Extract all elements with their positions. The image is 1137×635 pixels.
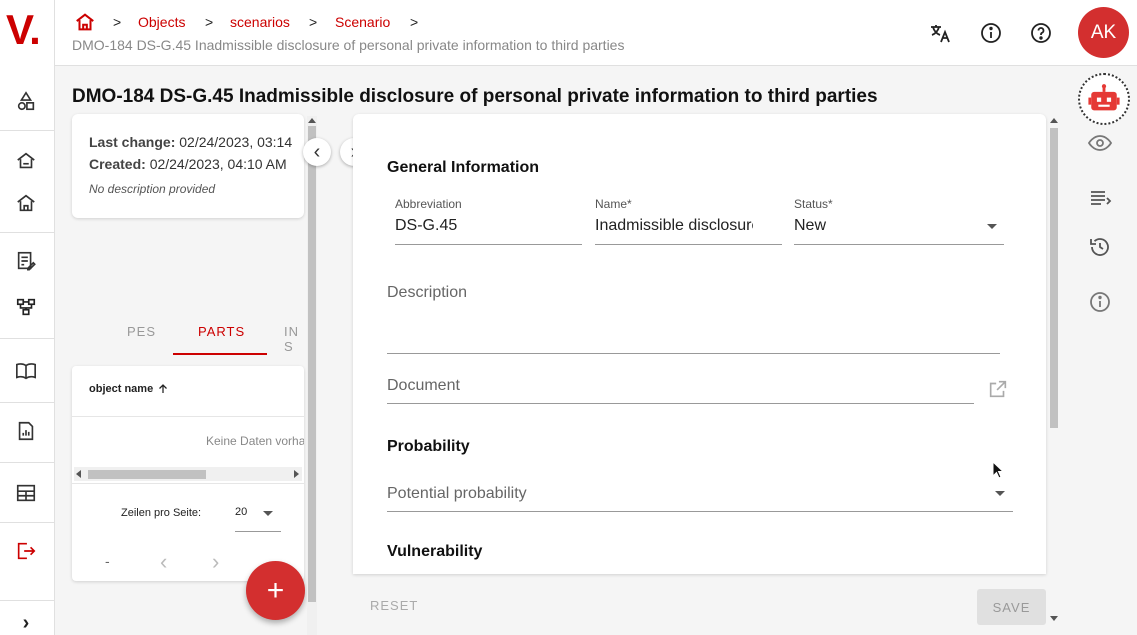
breadcrumb-subtitle: DMO-184 DS-G.45 Inadmissible disclosure …	[72, 37, 625, 53]
reset-button[interactable]: RESET	[370, 598, 418, 613]
form-scroll-thumb[interactable]	[1050, 128, 1058, 428]
history-icon[interactable]	[1087, 234, 1113, 260]
open-external-icon[interactable]	[987, 378, 1009, 405]
last-change-line: Last change: 02/24/2023, 03:14	[89, 134, 292, 150]
logout-icon[interactable]	[13, 538, 39, 564]
save-button[interactable]: SAVE	[977, 589, 1046, 625]
abbreviation-underline	[395, 244, 582, 245]
robot-icon	[1088, 84, 1120, 111]
vulnerability-title: Vulnerability	[387, 543, 483, 560]
column-header-object-name[interactable]: object name	[89, 383, 169, 395]
top-header: > Objects > scenarios > Scenario > DMO-1…	[55, 0, 1137, 66]
rows-dropdown-caret-icon[interactable]	[263, 511, 273, 516]
form-scroll-down-icon[interactable]	[1050, 616, 1058, 621]
form-scrollbar[interactable]	[1048, 116, 1060, 628]
last-change-label: Last change:	[89, 134, 176, 150]
home-swap-icon[interactable]	[13, 148, 39, 174]
translate-icon[interactable]	[927, 20, 953, 46]
scenario-flow-icon[interactable]	[13, 294, 39, 320]
home-icon[interactable]	[13, 190, 39, 216]
sort-arrow-up-icon	[159, 384, 168, 393]
book-icon[interactable]	[13, 358, 39, 384]
collapse-left-button[interactable]: ‹	[303, 138, 331, 166]
empty-table-text: Keine Daten vorhanden	[206, 434, 304, 448]
robot-assistant-button[interactable]	[1078, 73, 1130, 125]
list-icon[interactable]	[1087, 184, 1113, 210]
name-input[interactable]: Inadmissible disclosure	[595, 217, 753, 235]
breadcrumb-scenarios[interactable]: scenarios	[230, 14, 290, 30]
probability-dropdown-caret-icon[interactable]	[995, 491, 1005, 496]
status-label: Status*	[794, 197, 833, 211]
details-info-icon[interactable]	[1087, 289, 1113, 315]
breadcrumb-separator: >	[205, 14, 214, 30]
next-page-icon[interactable]: ›	[212, 549, 219, 575]
mouse-cursor-icon	[992, 460, 1005, 484]
description-field[interactable]: Description	[387, 284, 467, 302]
user-avatar[interactable]: AK	[1078, 7, 1129, 58]
name-underline	[595, 244, 782, 245]
info-card: Last change: 02/24/2023, 03:14 Created: …	[72, 114, 304, 218]
rows-per-page-select[interactable]: 20	[235, 506, 247, 518]
left-rail: V. ›	[0, 0, 55, 635]
horizontal-scrollbar[interactable]	[74, 467, 302, 481]
breadcrumb-separator: >	[410, 14, 419, 30]
breadcrumb-separator: >	[113, 14, 122, 30]
tab-pes[interactable]: PES	[127, 324, 156, 339]
form-footer: RESET SAVE	[353, 584, 1046, 630]
left-scroll-thumb[interactable]	[308, 126, 316, 602]
add-part-button[interactable]: +	[246, 561, 305, 620]
horizontal-scroll-thumb[interactable]	[88, 470, 206, 479]
breadcrumb-objects[interactable]: Objects	[138, 14, 185, 30]
active-tab-indicator	[173, 353, 267, 355]
scroll-right-icon[interactable]	[294, 470, 299, 478]
scenario-form: General Information Abbreviation DS-G.45…	[353, 114, 1046, 574]
abbreviation-label: Abbreviation	[395, 197, 462, 211]
form-scroll-up-icon[interactable]	[1050, 118, 1058, 123]
breadcrumb-separator: >	[309, 14, 318, 30]
tab-in[interactable]: IN S	[284, 324, 304, 354]
parts-table: object name Keine Daten vorhanden Zeilen…	[72, 366, 304, 581]
previous-page-icon[interactable]: ‹	[160, 549, 167, 575]
created-label: Created:	[89, 156, 146, 172]
report-icon[interactable]	[13, 418, 39, 444]
created-value: 02/24/2023, 04:10 AM	[149, 156, 287, 172]
name-label: Name*	[595, 197, 632, 211]
table-icon[interactable]	[13, 480, 39, 506]
tab-bar: PES PARTS IN S	[72, 312, 304, 356]
probability-title: Probability	[387, 438, 470, 455]
help-icon[interactable]	[1028, 20, 1054, 46]
document-field[interactable]: Document	[387, 377, 460, 395]
app-logo[interactable]: V.	[6, 6, 41, 54]
scroll-left-icon[interactable]	[76, 470, 81, 478]
status-select[interactable]: New	[794, 217, 944, 235]
rows-select-underline	[235, 531, 281, 532]
page-title: DMO-184 DS-G.45 Inadmissible disclosure …	[72, 86, 878, 107]
created-line: Created: 02/24/2023, 04:10 AM	[89, 156, 287, 172]
column-header-label: object name	[89, 383, 154, 395]
tab-parts[interactable]: PARTS	[198, 324, 245, 339]
status-underline	[794, 244, 1004, 245]
probability-underline	[387, 511, 1013, 512]
description-underline	[387, 353, 1000, 354]
status-dropdown-caret-icon[interactable]	[987, 224, 997, 229]
scroll-up-icon[interactable]	[308, 118, 316, 123]
info-icon[interactable]	[978, 20, 1004, 46]
home-breadcrumb-icon[interactable]	[74, 11, 96, 38]
abbreviation-input[interactable]: DS-G.45	[395, 217, 581, 235]
pagination-range: -	[105, 553, 110, 569]
rows-per-page-label: Zeilen pro Seite:	[121, 507, 202, 519]
expand-rail-icon[interactable]: ›	[13, 610, 39, 635]
general-information-title: General Information	[387, 159, 540, 176]
left-panel-scrollbar[interactable]	[307, 116, 317, 635]
eye-icon[interactable]	[1087, 130, 1113, 156]
shapes-icon[interactable]	[13, 88, 39, 114]
last-change-value: 02/24/2023, 03:14	[179, 134, 293, 150]
edit-document-icon[interactable]	[13, 248, 39, 274]
description-text: No description provided	[89, 182, 216, 196]
header-divider	[72, 416, 304, 417]
breadcrumb-scenario[interactable]: Scenario	[335, 14, 390, 30]
footer-divider	[72, 483, 304, 484]
document-underline	[387, 403, 974, 404]
potential-probability-select[interactable]: Potential probability	[387, 485, 527, 503]
